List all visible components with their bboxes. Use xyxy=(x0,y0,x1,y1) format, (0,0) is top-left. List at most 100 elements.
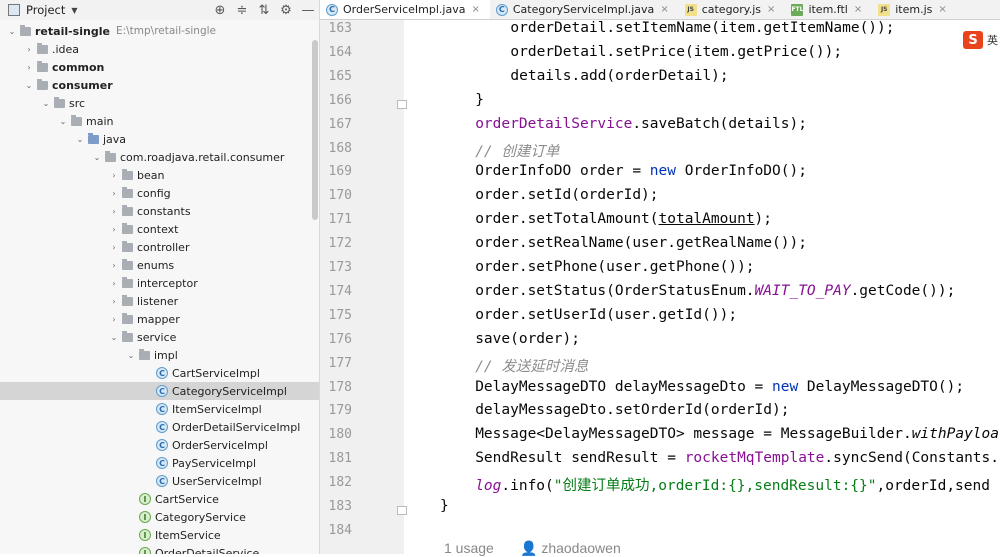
tree-item[interactable]: ⌄ service xyxy=(0,328,319,346)
author-hint: 👤 zhaodaowen xyxy=(520,540,621,556)
editor-tab[interactable]: JS item.js × xyxy=(872,0,957,19)
tab-label: item.js xyxy=(895,3,933,16)
chevron-right-icon[interactable]: › xyxy=(108,225,120,234)
tree-item-label: context xyxy=(137,222,179,236)
project-toolbar: ⊕ ≑ ⇅ ⚙ — xyxy=(211,1,317,19)
code-line: SendResult sendResult = rocketMqTemplate… xyxy=(475,450,999,467)
tree-item[interactable]: I OrderDetailService xyxy=(0,544,319,554)
ime-indicator[interactable]: S 英 xyxy=(963,31,998,49)
tree-item[interactable]: ⌄ consumer xyxy=(0,76,319,94)
tab-label: OrderServiceImpl.java xyxy=(343,3,466,16)
tree-item[interactable]: › enums xyxy=(0,256,319,274)
line-number: 184 xyxy=(328,522,352,538)
tree-item[interactable]: I ItemService xyxy=(0,526,319,544)
tree-item[interactable]: C PayServiceImpl xyxy=(0,454,319,472)
tree-item[interactable]: ⌄ src xyxy=(0,94,319,112)
tree-item-label: OrderServiceImpl xyxy=(172,438,268,452)
chevron-down-icon[interactable]: ⌄ xyxy=(74,135,86,144)
line-number: 176 xyxy=(328,331,352,347)
tree-item[interactable]: › listener xyxy=(0,292,319,310)
tree-item[interactable]: C ItemServiceImpl xyxy=(0,400,319,418)
code-line: // 创建订单 xyxy=(475,143,560,160)
chevron-down-icon[interactable]: ⌄ xyxy=(57,117,69,126)
code-line: order.setRealName(user.getRealName()); xyxy=(475,235,807,252)
tab-label: item.ftl xyxy=(808,3,848,16)
folder-icon xyxy=(122,186,133,198)
fold-marker-icon[interactable] xyxy=(397,99,407,109)
tree-item[interactable]: › bean xyxy=(0,166,319,184)
line-number: 167 xyxy=(328,116,352,132)
tree-item[interactable]: › constants xyxy=(0,202,319,220)
editor-tab[interactable]: C CategoryServiceImpl.java × xyxy=(490,0,679,19)
interface-icon: I xyxy=(139,511,151,523)
code-line: order.setStatus(OrderStatusEnum.WAIT_TO_… xyxy=(475,282,956,299)
tree-item[interactable]: C CartServiceImpl xyxy=(0,364,319,382)
gear-icon[interactable]: ⚙ xyxy=(277,1,295,19)
tree-item[interactable]: › controller xyxy=(0,238,319,256)
close-icon[interactable]: × xyxy=(938,4,946,15)
folder-icon xyxy=(122,204,133,216)
chevron-right-icon[interactable]: › xyxy=(108,207,120,216)
tree-item-label: consumer xyxy=(52,78,113,92)
tree-item[interactable]: › interceptor xyxy=(0,274,319,292)
folder-icon xyxy=(71,114,82,126)
chevron-down-icon[interactable]: ⌄ xyxy=(125,351,137,360)
chevron-down-icon[interactable]: ⌄ xyxy=(6,27,18,36)
chevron-down-icon[interactable]: ⌄ xyxy=(40,99,52,108)
fold-marker-icon[interactable] xyxy=(397,506,407,515)
tree-item[interactable]: ⌄ main xyxy=(0,112,319,130)
close-icon[interactable]: × xyxy=(471,4,479,15)
tree-item[interactable]: I CategoryService xyxy=(0,508,319,526)
tree-item[interactable]: › common xyxy=(0,58,319,76)
tree-item[interactable]: C OrderServiceImpl xyxy=(0,436,319,454)
java-class-icon: C xyxy=(326,3,338,16)
tree-item[interactable]: › mapper xyxy=(0,310,319,328)
tree-item[interactable]: ⌄ java xyxy=(0,130,319,148)
chevron-right-icon[interactable]: › xyxy=(108,315,120,324)
tree-item-label: PayServiceImpl xyxy=(172,456,257,470)
line-number: 172 xyxy=(328,236,352,252)
close-icon[interactable]: × xyxy=(854,4,862,15)
chevron-right-icon[interactable]: › xyxy=(23,63,35,72)
tree-item-label: CategoryService xyxy=(155,510,246,524)
tree-item[interactable]: ⌄ retail-single E:\tmp\retail-single xyxy=(0,22,319,40)
javascript-file-icon: JS xyxy=(684,3,697,16)
folder-icon xyxy=(105,150,116,162)
tree-item[interactable]: C OrderDetailServiceImpl xyxy=(0,418,319,436)
expand-icon[interactable]: ⇅ xyxy=(255,1,273,19)
collapse-icon[interactable]: ≑ xyxy=(233,1,251,19)
tree-item[interactable]: C UserServiceImpl xyxy=(0,472,319,490)
chevron-right-icon[interactable]: › xyxy=(108,261,120,270)
tree-item[interactable]: › config xyxy=(0,184,319,202)
editor-tabs: C OrderServiceImpl.java × C CategoryServiceI… xyxy=(320,0,1000,20)
chevron-right-icon[interactable]: › xyxy=(108,171,120,180)
editor-tab[interactable]: C OrderServiceImpl.java × xyxy=(320,0,490,19)
editor-tab[interactable]: JS category.js × xyxy=(679,0,786,19)
chevron-right-icon[interactable]: › xyxy=(108,297,120,306)
tree-item[interactable]: ⌄ com.roadjava.retail.consumer xyxy=(0,148,319,166)
close-icon[interactable]: × xyxy=(767,4,775,15)
chevron-right-icon[interactable]: › xyxy=(108,243,120,252)
tree-item-label: constants xyxy=(137,204,191,218)
chevron-right-icon[interactable]: › xyxy=(108,189,120,198)
tree-item-label: config xyxy=(137,186,171,200)
editor-tab[interactable]: FTL item.ftl × xyxy=(785,0,872,19)
chevron-down-icon[interactable]: ▼ xyxy=(71,6,77,15)
chevron-down-icon[interactable]: ⌄ xyxy=(108,333,120,342)
close-icon[interactable]: × xyxy=(660,4,668,15)
code-line: delayMessageDto.setOrderId(orderId); xyxy=(475,402,790,419)
minimize-icon[interactable]: — xyxy=(299,1,317,19)
chevron-right-icon[interactable]: › xyxy=(108,279,120,288)
freemarker-file-icon: FTL xyxy=(791,3,803,16)
tree-scrollbar[interactable] xyxy=(312,40,318,220)
tree-item-label: retail-single xyxy=(35,24,110,38)
tree-item[interactable]: C CategoryServiceImpl xyxy=(0,382,319,400)
crosshair-icon[interactable]: ⊕ xyxy=(211,1,229,19)
chevron-right-icon[interactable]: › xyxy=(23,45,35,54)
chevron-down-icon[interactable]: ⌄ xyxy=(91,153,103,162)
tree-item[interactable]: I CartService xyxy=(0,490,319,508)
chevron-down-icon[interactable]: ⌄ xyxy=(23,81,35,90)
tree-item[interactable]: › .idea xyxy=(0,40,319,58)
tree-item[interactable]: › context xyxy=(0,220,319,238)
tree-item[interactable]: ⌄ impl xyxy=(0,346,319,364)
